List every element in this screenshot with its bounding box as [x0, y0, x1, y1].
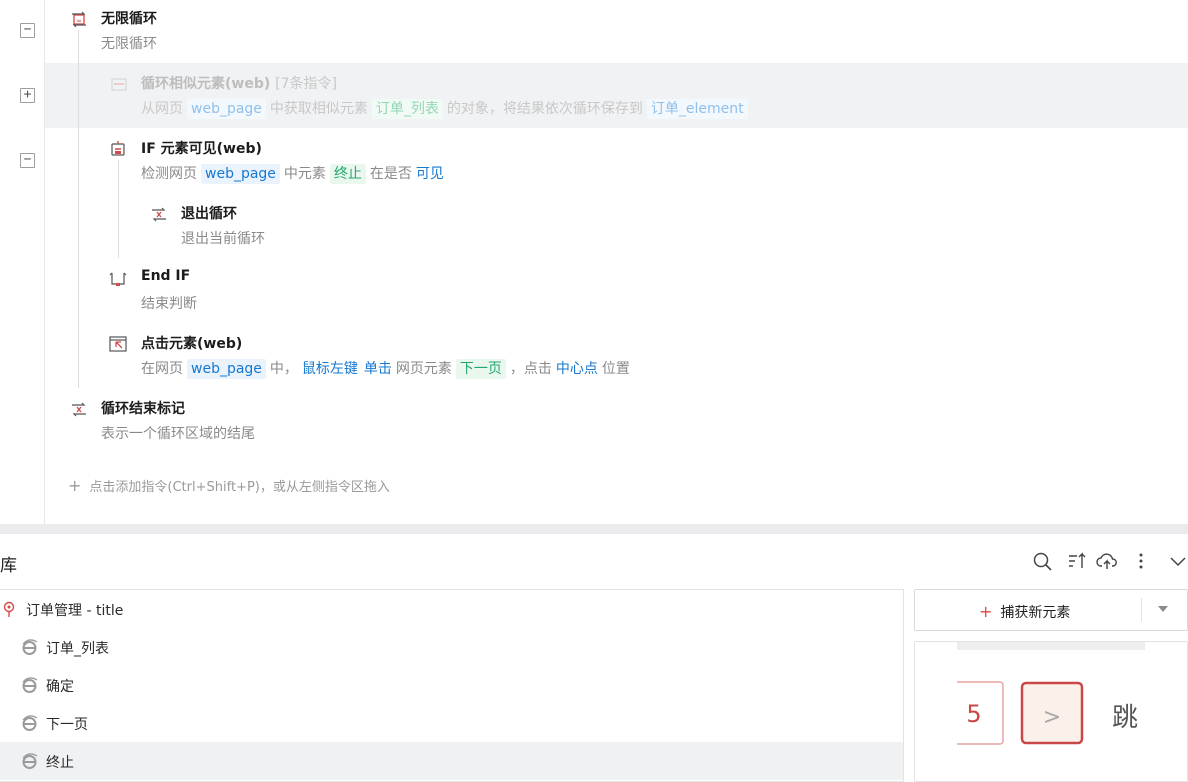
ie-browser-icon [22, 639, 38, 655]
element-library-panel: 库 订单管理 - title 订单_列表 确定 下一页 终止 + 捕获新元素 5… [0, 534, 1188, 782]
command-exit-loop[interactable]: 退出循环 退出当前循环 [148, 198, 1168, 258]
option-tag[interactable]: 鼠标左键 [300, 359, 360, 379]
add-command-hint[interactable]: + 点击添加指令(Ctrl+Shift+P)，或从左侧指令区拖入 [68, 476, 390, 495]
variable-tag[interactable]: web_page [187, 359, 266, 379]
command-title: 循环结束标记 [101, 401, 185, 417]
preview-jump-text: 跳 [1112, 703, 1138, 733]
loop-elements-icon [111, 78, 127, 91]
library-title: 库 [0, 556, 17, 576]
desc-text: 在网页 [141, 361, 183, 377]
desc-text: 的对象，将结果依次循环保存到 [446, 101, 643, 117]
desc-text: 中元素 [283, 166, 326, 182]
svg-text:∞: ∞ [76, 17, 82, 25]
ie-browser-icon [22, 753, 38, 769]
end-if-icon [109, 272, 127, 286]
command-if-element-visible[interactable]: IF 元素可见(web) 检测网页 web_page 中元素 终止 在是否 可见 [108, 133, 1168, 193]
command-desc: 表示一个循环区域的结尾 [101, 426, 255, 442]
instruction-count: [7条指令] [275, 76, 337, 92]
command-title: 点击元素(web) [141, 336, 243, 352]
desc-text: 位置 [601, 361, 630, 377]
desc-text: 在是否 [369, 166, 412, 182]
tree-item-selected[interactable]: 终止 [0, 742, 903, 780]
tree-item-root[interactable]: 订单管理 - title [0, 590, 903, 628]
element-tag[interactable]: 下一页 [455, 359, 506, 379]
plus-icon: + [979, 602, 993, 621]
expand-toggle-loop-similar[interactable]: + [20, 88, 35, 103]
command-desc: 检测网页 web_page 中元素 终止 在是否 可见 [141, 163, 448, 184]
dropdown-caret-icon[interactable] [1158, 606, 1168, 612]
tree-item-label: 订单_列表 [46, 641, 109, 657]
variable-tag[interactable]: 订单_element [646, 99, 748, 119]
command-desc: 结束判断 [141, 296, 197, 312]
search-icon[interactable] [1031, 550, 1053, 572]
click-element-icon [109, 336, 127, 352]
command-title: End IF [141, 268, 191, 284]
command-title: 循环相似元素(web) [141, 76, 271, 92]
command-loop-similar-elements[interactable]: 循环相似元素(web) [7条指令] 从网页 web_page 中获取相似元素 订单_… [108, 68, 1168, 128]
desc-text: 检测网页 [141, 166, 197, 182]
desc-text: 从网页 [141, 101, 183, 117]
variable-tag[interactable]: web_page [187, 99, 266, 119]
tree-item-label: 下一页 [46, 717, 88, 733]
variable-tag[interactable]: web_page [201, 164, 280, 184]
preview-screenshot: 5 > 跳 [915, 642, 1187, 781]
tree-item-label: 终止 [46, 755, 74, 771]
desc-text: 中， [269, 361, 298, 377]
command-title: 退出循环 [181, 206, 237, 222]
loop-icon: ∞ [72, 11, 86, 27]
command-click-element[interactable]: 点击元素(web) 在网页 web_page 中， 鼠标左键 单击 网页元素 下一页 ，点击中… [108, 328, 1168, 388]
command-infinite-loop[interactable]: ∞ 无限循环 无限循环 [68, 3, 1168, 63]
desc-text: 网页元素 [395, 361, 452, 377]
tree-item-label: 订单管理 - title [26, 603, 124, 619]
option-tag[interactable]: 可见 [414, 164, 446, 184]
loop-nesting-line [78, 30, 79, 388]
plus-icon: + [68, 476, 82, 495]
sort-icon[interactable] [1066, 550, 1088, 572]
exit-loop-icon [152, 207, 166, 222]
desc-text: 中获取相似元素 [269, 101, 368, 117]
collapse-toggle-infinite-loop[interactable]: − [20, 23, 35, 38]
desc-text: ，点击 [509, 361, 552, 377]
chevron-down-icon[interactable] [1167, 550, 1188, 572]
tree-item[interactable]: 下一页 [0, 704, 903, 742]
tree-item-label: 确定 [46, 679, 74, 695]
loop-end-icon [72, 402, 86, 417]
collapse-toggle-if[interactable]: − [20, 153, 35, 168]
command-desc: 无限循环 [101, 36, 157, 52]
option-tag[interactable]: 单击 [362, 359, 394, 379]
button-divider [1141, 598, 1142, 622]
cloud-upload-icon[interactable] [1096, 550, 1118, 572]
command-desc: 在网页 web_page 中， 鼠标左键 单击 网页元素 下一页 ，点击 中心点 位置 [141, 358, 630, 379]
element-tag[interactable]: 订单_列表 [371, 99, 443, 119]
capture-element-button[interactable]: + 捕获新元素 [914, 589, 1188, 631]
tree-item[interactable]: 确定 [0, 666, 903, 704]
preview-page-number: 5 [966, 700, 981, 728]
flow-editor: − + − ∞ 无限循环 无限循环 循环相似元素(web) [7条指令] 从网页… [0, 0, 1188, 524]
if-branch-icon [111, 141, 125, 156]
element-tag[interactable]: 终止 [329, 164, 366, 184]
ie-browser-icon [22, 715, 38, 731]
tree-item[interactable]: 订单_列表 [0, 628, 903, 666]
option-tag[interactable]: 中心点 [554, 359, 600, 379]
pin-icon [3, 601, 15, 617]
more-options-icon[interactable] [1130, 550, 1152, 572]
command-title: IF 元素可见(web) [141, 141, 262, 157]
element-preview: 5 > 跳 [914, 641, 1188, 782]
preview-next-symbol: > [1043, 705, 1061, 730]
element-tree: 订单管理 - title 订单_列表 确定 下一页 终止 [0, 589, 904, 782]
command-title: 无限循环 [101, 11, 157, 27]
command-end-if[interactable]: End IF 结束判断 [108, 263, 1168, 323]
add-command-text: 点击添加指令(Ctrl+Shift+P)，或从左侧指令区拖入 [89, 480, 390, 495]
command-desc: 从网页 web_page 中获取相似元素 订单_列表 的对象，将结果依次循环保存到 订单_… [141, 98, 752, 119]
command-loop-end-marker[interactable]: 循环结束标记 表示一个循环区域的结尾 [68, 393, 1168, 453]
command-desc: 退出当前循环 [181, 231, 265, 247]
ie-browser-icon [22, 677, 38, 693]
panel-splitter[interactable] [0, 524, 1188, 534]
capture-button-label: 捕获新元素 [1000, 605, 1071, 621]
